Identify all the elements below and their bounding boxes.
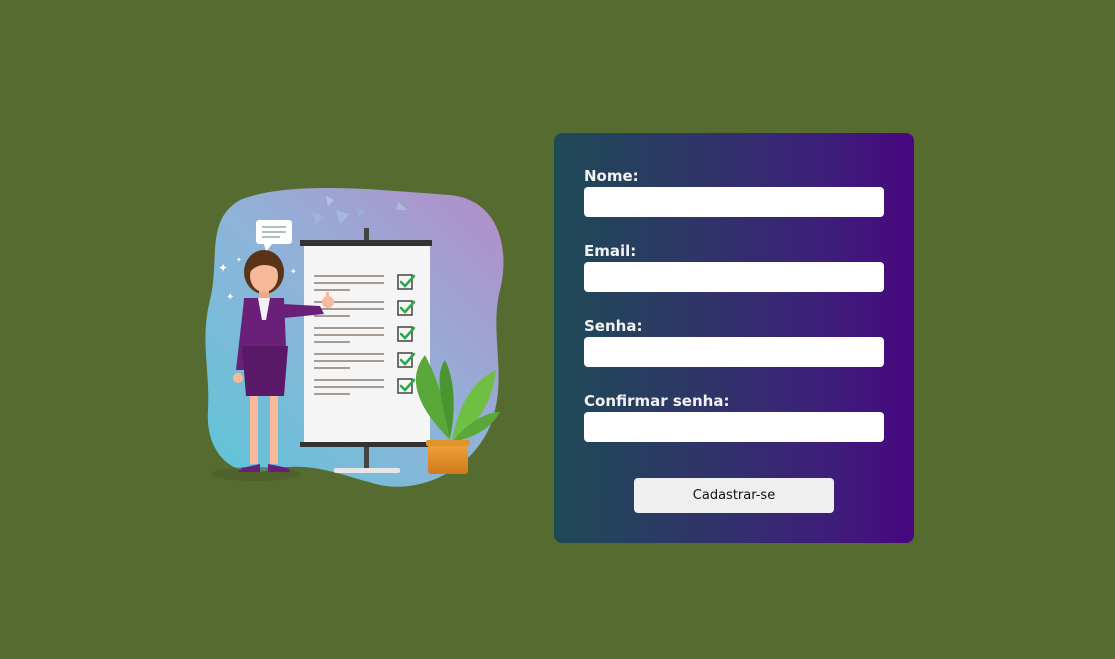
password-field: Senha:	[584, 315, 884, 367]
email-label: Email:	[584, 242, 637, 260]
name-input[interactable]	[584, 187, 884, 217]
presentation-illustration: ✦ ✦ ✦ ✦	[200, 180, 510, 500]
svg-text:✦: ✦	[226, 292, 234, 303]
plant-pot	[428, 442, 468, 474]
password-label: Senha:	[584, 317, 643, 335]
svg-text:✦: ✦	[290, 267, 297, 276]
board-top-bar	[300, 240, 432, 246]
name-field: Nome:	[584, 165, 884, 217]
signup-button[interactable]: Cadastrar-se	[634, 478, 834, 513]
confirm-password-field: Confirmar senha:	[584, 390, 884, 442]
svg-text:✦: ✦	[236, 256, 242, 264]
confirm-password-label: Confirmar senha:	[584, 392, 730, 410]
confirm-password-input[interactable]	[584, 412, 884, 442]
svg-text:✦: ✦	[218, 261, 228, 275]
name-label: Nome:	[584, 167, 639, 185]
email-field: Email:	[584, 240, 884, 292]
email-input[interactable]	[584, 262, 884, 292]
illustration-svg: ✦ ✦ ✦ ✦	[205, 188, 504, 487]
password-input[interactable]	[584, 337, 884, 367]
signup-form: Nome: Email: Senha: Confirmar senha: Cad…	[554, 133, 914, 543]
